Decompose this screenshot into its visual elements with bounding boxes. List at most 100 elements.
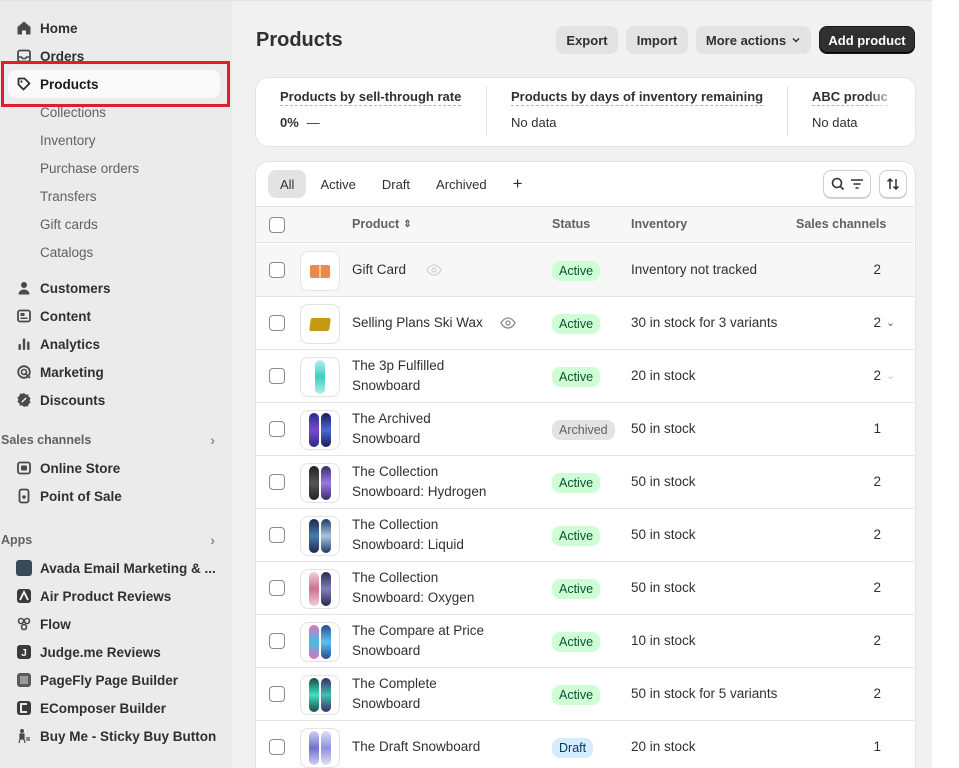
row-checkbox[interactable] (269, 739, 285, 755)
table-row[interactable]: The Complete Snowboard Active 50 in stoc… (256, 668, 914, 721)
table-row[interactable]: The Draft Snowboard Draft 20 in stock 1 (256, 721, 914, 768)
sidebar-item-label: PageFly Page Builder (40, 672, 179, 688)
product-thumbnail[interactable] (300, 728, 340, 768)
sales-channels-count: 2 (873, 474, 881, 489)
product-name[interactable]: The Collection Snowboard: Hydrogen (352, 462, 502, 502)
sidebar-app-ecomposer[interactable]: EComposer Builder (8, 694, 220, 722)
sidebar-item-analytics[interactable]: Analytics (8, 330, 220, 358)
table-row[interactable]: Selling Plans Ski Wax Active 30 in stock… (256, 297, 914, 350)
export-button[interactable]: Export (556, 26, 618, 54)
sidebar-item-inventory[interactable]: Inventory (8, 126, 220, 154)
sidebar-item-point-of-sale[interactable]: Point of Sale (8, 482, 220, 510)
column-inventory[interactable]: Inventory (631, 217, 687, 231)
sales-channels-count: 2 (873, 368, 881, 383)
sidebar-item-gift-cards[interactable]: Gift cards (8, 210, 220, 238)
product-thumbnail[interactable] (300, 410, 340, 450)
inbox-icon (10, 48, 38, 64)
tag-icon (10, 76, 38, 92)
sidebar-app-air-reviews[interactable]: Air Product Reviews (8, 582, 220, 610)
product-thumbnail[interactable] (300, 357, 340, 397)
more-actions-button[interactable]: More actions (696, 26, 811, 54)
add-view-button[interactable]: + (501, 170, 535, 198)
tab-active[interactable]: Active (308, 170, 367, 198)
row-checkbox[interactable] (269, 368, 285, 384)
metric-days-inventory[interactable]: Products by days of inventory remaining … (511, 78, 781, 144)
sidebar-item-catalogs[interactable]: Catalogs (8, 238, 220, 266)
sidebar-item-purchase-orders[interactable]: Purchase orders (8, 154, 220, 182)
preview-eye-icon[interactable] (426, 263, 442, 280)
table-row[interactable]: The Compare at Price Snowboard Active 10… (256, 615, 914, 668)
table-row[interactable]: The 3p Fulfilled Snowboard Active 20 in … (256, 350, 914, 403)
table-row[interactable]: The Archived Snowboard Archived 50 in st… (256, 403, 914, 456)
apps-section[interactable]: Apps › (1, 530, 221, 550)
sales-channels-section[interactable]: Sales channels › (1, 430, 221, 450)
tab-all[interactable]: All (268, 170, 307, 198)
product-thumbnail[interactable] (300, 622, 340, 662)
table-row[interactable]: Gift Card Active Inventory not tracked 2 (256, 244, 914, 297)
product-name[interactable]: The Collection Snowboard: Oxygen (352, 568, 502, 608)
row-checkbox[interactable] (269, 686, 285, 702)
status-badge: Active (552, 367, 601, 387)
search-filter-button[interactable] (823, 170, 871, 198)
product-thumbnail[interactable] (300, 675, 340, 715)
sidebar-item-label: Inventory (40, 132, 96, 148)
sidebar-item-label: Gift cards (40, 216, 98, 232)
chevron-down-icon[interactable]: ⌄ (886, 369, 895, 382)
sidebar-item-discounts[interactable]: Discounts (8, 386, 220, 414)
column-status[interactable]: Status (552, 217, 590, 231)
row-checkbox[interactable] (269, 474, 285, 490)
row-checkbox[interactable] (269, 633, 285, 649)
sidebar-item-home[interactable]: Home (8, 14, 220, 42)
row-checkbox[interactable] (269, 580, 285, 596)
sidebar-app-buy-me[interactable]: Buy Me - Sticky Buy Button (8, 722, 220, 750)
sidebar-item-transfers[interactable]: Transfers (8, 182, 220, 210)
product-name[interactable]: The Complete Snowboard (352, 674, 502, 714)
product-thumbnail[interactable] (300, 569, 340, 609)
product-thumbnail[interactable] (300, 251, 340, 291)
sidebar-item-online-store[interactable]: Online Store (8, 454, 220, 482)
product-name[interactable]: The Archived Snowboard (352, 409, 502, 449)
ecomposer-app-icon (10, 700, 38, 716)
product-name[interactable]: The Compare at Price Snowboard (352, 621, 512, 661)
select-all-checkbox[interactable] (269, 217, 285, 233)
product-thumbnail[interactable] (300, 516, 340, 556)
sidebar-item-orders[interactable]: Orders (8, 42, 220, 70)
product-name[interactable]: The 3p Fulfilled Snowboard (352, 356, 502, 396)
sidebar-item-label: Transfers (40, 188, 97, 204)
table-row[interactable]: The Collection Snowboard: Hydrogen Activ… (256, 456, 914, 509)
table-row[interactable]: The Collection Snowboard: Oxygen Active … (256, 562, 914, 615)
metric-sell-through[interactable]: Products by sell-through rate 0% — (280, 78, 485, 144)
row-checkbox[interactable] (269, 527, 285, 543)
chevron-down-icon[interactable]: ⌄ (886, 316, 895, 329)
svg-text:J: J (21, 648, 27, 659)
sidebar-item-marketing[interactable]: Marketing (8, 358, 220, 386)
sidebar-item-collections[interactable]: Collections (8, 98, 220, 126)
sidebar-item-products[interactable]: Products (8, 70, 220, 98)
tab-archived[interactable]: Archived (424, 170, 499, 198)
add-product-button[interactable]: Add product (819, 26, 915, 54)
product-name[interactable]: The Draft Snowboard (352, 737, 512, 757)
sidebar-app-avada[interactable]: Avada Email Marketing & ... (8, 554, 220, 582)
product-name[interactable]: The Collection Snowboard: Liquid (352, 515, 502, 555)
row-checkbox[interactable] (269, 315, 285, 331)
row-checkbox[interactable] (269, 262, 285, 278)
column-label: Product (352, 217, 400, 231)
import-button[interactable]: Import (626, 26, 688, 54)
tab-draft[interactable]: Draft (370, 170, 422, 198)
sort-button[interactable] (879, 170, 907, 198)
status-badge: Active (552, 261, 601, 281)
column-sales-channels[interactable]: Sales channels (796, 217, 886, 231)
sidebar-app-judgeme[interactable]: J Judge.me Reviews (8, 638, 220, 666)
sidebar-item-content[interactable]: Content (8, 302, 220, 330)
column-product[interactable]: Product ⇕ (352, 217, 412, 231)
sidebar-app-pagefly[interactable]: PageFly Page Builder (8, 666, 220, 694)
sidebar-app-flow[interactable]: Flow (8, 610, 220, 638)
product-thumbnail[interactable] (300, 304, 340, 344)
product-name[interactable]: Selling Plans Ski Wax (352, 313, 512, 333)
table-row[interactable]: The Collection Snowboard: Liquid Active … (256, 509, 914, 562)
inventory-text: 10 in stock (631, 633, 696, 648)
product-thumbnail[interactable] (300, 463, 340, 503)
preview-eye-icon[interactable] (500, 316, 516, 333)
sidebar-item-customers[interactable]: Customers (8, 274, 220, 302)
row-checkbox[interactable] (269, 421, 285, 437)
